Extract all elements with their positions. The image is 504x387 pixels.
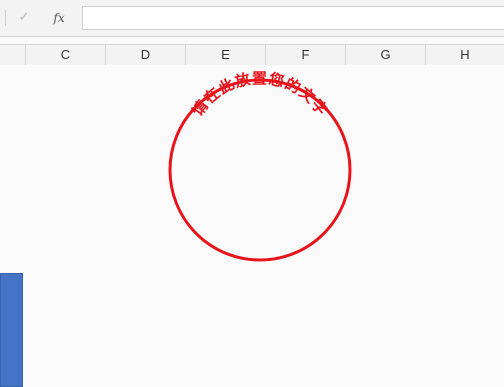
formula-bar: ✓ fx xyxy=(0,0,504,37)
column-header-c[interactable]: C xyxy=(26,45,106,65)
column-header-e[interactable]: E xyxy=(186,45,266,65)
column-header-row: C D E F G H xyxy=(0,44,504,66)
spreadsheet-window: ✓ fx C D E F G H 请在此放置您的文字 xyxy=(0,0,504,387)
formula-bar-separator xyxy=(5,10,6,26)
fx-icon[interactable]: fx xyxy=(48,8,70,28)
seal-arc-text: 请在此放置您的文字 xyxy=(188,70,331,119)
blue-rectangle-shape[interactable] xyxy=(0,273,23,387)
column-header-f[interactable]: F xyxy=(266,45,346,65)
check-icon[interactable]: ✓ xyxy=(13,8,35,28)
formula-input[interactable] xyxy=(82,6,504,30)
seal-text: 请在此放置您的文字 xyxy=(188,70,330,119)
column-header-d[interactable]: D xyxy=(106,45,186,65)
column-header-g[interactable]: G xyxy=(346,45,426,65)
column-header-h[interactable]: H xyxy=(426,45,504,65)
seal-stamp[interactable]: 请在此放置您的文字 xyxy=(160,70,360,270)
column-header-partial[interactable] xyxy=(0,45,26,65)
